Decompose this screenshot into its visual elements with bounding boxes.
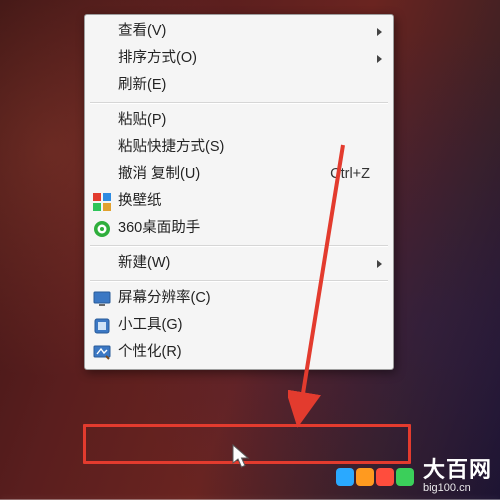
watermark-url: big100.cn — [423, 483, 492, 494]
menu-item-label: 排序方式(O) — [118, 45, 370, 72]
tutorial-highlight-box — [83, 424, 411, 464]
menu-item-360-assistant[interactable]: 360桌面助手 — [88, 215, 390, 242]
menu-item-paste[interactable]: 粘贴(P) — [88, 107, 390, 134]
menu-item-resolution[interactable]: 屏幕分辨率(C) — [88, 285, 390, 312]
watermark: 大百网 big100.cn — [335, 459, 492, 494]
menu-item-refresh[interactable]: 刷新(E) — [88, 72, 390, 99]
submenu-arrow-icon — [377, 28, 382, 36]
menu-item-label: 粘贴(P) — [118, 107, 370, 134]
desktop-background: 查看(V) 排序方式(O) 刷新(E) 粘贴(P) 粘贴快捷方式(S) 撤消 复… — [0, 0, 500, 500]
menu-item-label: 撤消 复制(U) — [118, 161, 320, 188]
menu-item-gadgets[interactable]: 小工具(G) — [88, 312, 390, 339]
menu-item-label: 换壁纸 — [118, 188, 370, 215]
monitor-icon — [93, 290, 111, 308]
menu-item-label: 查看(V) — [118, 18, 370, 45]
menu-item-label: 新建(W) — [118, 250, 370, 277]
submenu-arrow-icon — [377, 260, 382, 268]
menu-item-label: 刷新(E) — [118, 72, 370, 99]
menu-item-undo[interactable]: 撤消 复制(U) Ctrl+Z — [88, 161, 390, 188]
menu-item-label: 360桌面助手 — [118, 215, 370, 242]
menu-item-wallpaper[interactable]: 换壁纸 — [88, 188, 390, 215]
360-icon — [93, 220, 111, 238]
menu-item-shortcut: Ctrl+Z — [330, 161, 370, 188]
menu-separator — [90, 280, 388, 282]
menu-item-personalize[interactable]: 个性化(R) — [88, 339, 390, 366]
menu-item-paste-shortcut[interactable]: 粘贴快捷方式(S) — [88, 134, 390, 161]
menu-item-label: 个性化(R) — [118, 339, 370, 366]
menu-item-sort[interactable]: 排序方式(O) — [88, 45, 390, 72]
menu-item-label: 粘贴快捷方式(S) — [118, 134, 370, 161]
submenu-arrow-icon — [377, 55, 382, 63]
wallpaper-icon — [93, 193, 111, 211]
gadget-icon — [93, 317, 111, 335]
menu-separator — [90, 245, 388, 247]
mouse-cursor-icon — [232, 444, 252, 470]
menu-item-label: 小工具(G) — [118, 312, 370, 339]
menu-item-new[interactable]: 新建(W) — [88, 250, 390, 277]
watermark-title: 大百网 — [423, 459, 492, 481]
desktop-context-menu: 查看(V) 排序方式(O) 刷新(E) 粘贴(P) 粘贴快捷方式(S) 撤消 复… — [84, 14, 394, 370]
menu-item-view[interactable]: 查看(V) — [88, 18, 390, 45]
watermark-logo-icon — [335, 467, 415, 487]
personalize-icon — [93, 344, 111, 362]
menu-item-label: 屏幕分辨率(C) — [118, 285, 370, 312]
menu-separator — [90, 102, 388, 104]
